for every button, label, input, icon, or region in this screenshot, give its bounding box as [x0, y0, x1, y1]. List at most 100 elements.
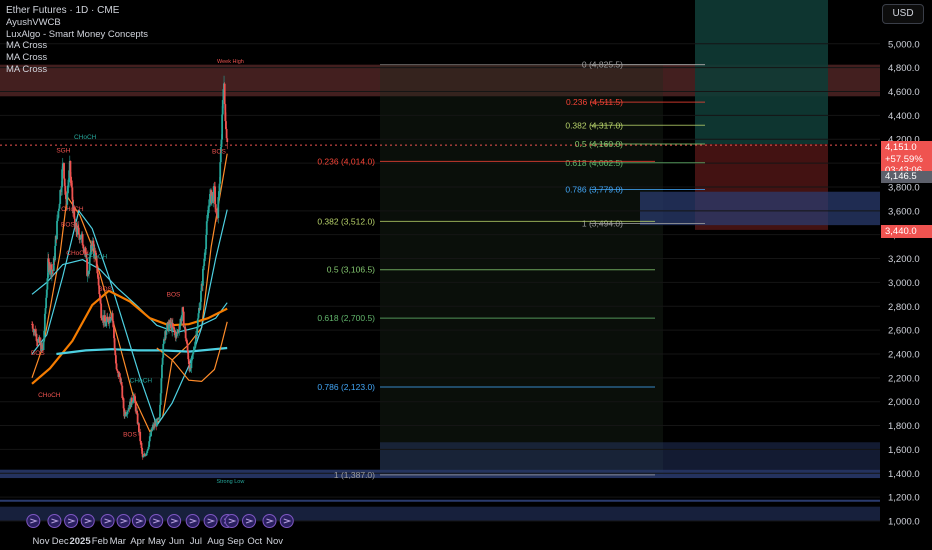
annotation-strong-low: Strong Low [217, 479, 245, 485]
y-axis-label: 2,200.0 [888, 373, 920, 384]
change-percent: +57.59% [885, 153, 923, 165]
y-axis-label: 2,800.0 [888, 302, 920, 313]
demand-zone-upper [640, 191, 880, 226]
annotation-choch: CHoCH [74, 134, 97, 141]
y-axis-label: 3,800.0 [888, 182, 920, 193]
candle-body [138, 423, 140, 433]
fib-level-label: 1 (1,387.0) [334, 470, 375, 480]
candle-body [159, 404, 161, 417]
last-price-value: 4,151.0 [885, 142, 917, 153]
annotation-bos: BOS [167, 292, 181, 299]
y-axis-label: 4,400.0 [888, 111, 920, 122]
chart-legend: Ether Futures · 1D · CME AyushVWCB LuxAl… [6, 5, 148, 76]
bottom-zone [0, 506, 880, 521]
candle-body [171, 323, 174, 327]
candle-body [196, 328, 199, 337]
fib-level-label: 0.382 (4,317.0) [565, 120, 623, 130]
price-chart[interactable]: 0 (4,825.5)0.236 (4,511.5)0.382 (4,317.0… [0, 0, 932, 550]
candle-body [139, 431, 142, 442]
x-axis-label: Apr [130, 536, 145, 547]
annotation-week-high: Week High [217, 59, 244, 65]
fib-level-label: 0.5 (3,106.5) [327, 265, 375, 275]
x-axis-label: Oct [247, 536, 262, 547]
x-axis-label: 2025 [69, 536, 91, 547]
candle-body [202, 268, 204, 286]
y-axis-label: 3,200.0 [888, 254, 920, 265]
fib-level-label: 0.382 (3,512.0) [317, 216, 375, 226]
indicator-smc[interactable]: LuxAlgo - Smart Money Concepts [6, 29, 148, 41]
indicator-ma-cross-2[interactable]: MA Cross [6, 52, 148, 64]
candle-body [218, 183, 221, 193]
symbol-title[interactable]: Ether Futures · 1D · CME [6, 5, 148, 17]
x-axis-label: Nov [33, 536, 50, 547]
y-axis-label: 2,000.0 [888, 397, 920, 408]
candle-body [115, 363, 118, 370]
candle-body [206, 215, 209, 222]
fib-level-label: 0.786 (3,779.0) [565, 184, 623, 194]
fib-level-label: 0.786 (2,123.0) [317, 382, 375, 392]
indicator-ma-cross-1[interactable]: MA Cross [6, 40, 148, 52]
y-axis-label: 1,400.0 [888, 469, 920, 480]
candle-body [205, 221, 208, 235]
candle-body [116, 370, 119, 372]
candle-body [196, 318, 199, 329]
indicator-ma-cross-3[interactable]: MA Cross [6, 64, 148, 76]
y-axis-label: 1,200.0 [888, 493, 920, 504]
candle-body [61, 169, 64, 188]
stop-level-tag: 3,440.0 [881, 225, 932, 238]
y-axis-label: 1,800.0 [888, 421, 920, 432]
y-axis-label: 3,600.0 [888, 206, 920, 217]
demand-zone-lower [380, 442, 880, 470]
candle-body [148, 436, 151, 442]
candle-body [58, 208, 60, 211]
annotation-choch: CHoCH [61, 206, 84, 213]
chart-stage[interactable]: 0 (4,825.5) 0.236 (4,511.5) 0.382 (4,317.0… [0, 0, 932, 550]
annotation-bos: BOS [31, 350, 45, 357]
annotation-choch: CHoCH [130, 378, 153, 385]
y-axis-label: 3,000.0 [888, 278, 920, 289]
strong-low-zone [0, 469, 880, 479]
candle-body [45, 297, 48, 309]
y-axis-label: 5,000.0 [888, 39, 920, 50]
x-axis-label: Aug [207, 536, 224, 547]
x-axis-label: Dec [52, 536, 69, 547]
candle-body [63, 163, 65, 179]
candle-body [182, 311, 185, 328]
y-axis-label: 4,600.0 [888, 87, 920, 98]
fib-level-label: 1 (3,494.0) [582, 218, 623, 228]
annotation-choch: CHoCH [38, 392, 61, 399]
x-axis-label: Nov [266, 536, 283, 547]
fib-level-label: 0.236 (4,511.5) [566, 97, 623, 107]
x-axis-label: Jun [169, 536, 184, 547]
y-axis-label: 2,400.0 [888, 349, 920, 360]
x-axis-label: May [148, 536, 166, 547]
candle-body [54, 245, 56, 261]
ma-long-cyan [56, 346, 228, 356]
x-axis-label: Mar [110, 536, 126, 547]
ma-value-tag: 4,146.5 [881, 171, 932, 183]
x-axis-label: Jul [190, 536, 202, 547]
y-axis-label: 1,000.0 [888, 517, 920, 528]
candle-body [226, 138, 229, 142]
y-axis-label: 2,600.0 [888, 326, 920, 337]
long-position-target [695, 0, 828, 145]
candle-body [200, 290, 202, 302]
candle-body [214, 204, 217, 209]
indicator-vwcb[interactable]: AyushVWCB [6, 17, 148, 29]
annotation-sgh: SGH [56, 147, 70, 154]
x-axis-label: Sep [227, 536, 244, 547]
annotation-bos: BOS [123, 431, 137, 438]
candle-body [219, 162, 222, 184]
candle-body [56, 220, 58, 240]
fib-level-label: 0.618 (2,700.5) [317, 313, 375, 323]
annotation-bos: BOS [61, 221, 75, 228]
annotation-bos: BOS [98, 286, 112, 293]
y-axis-label: 4,800.0 [888, 63, 920, 74]
fib-level-label: 0.5 (4,160.0) [575, 139, 623, 149]
candle-body [162, 343, 165, 358]
x-axis-label: Feb [92, 536, 108, 547]
candle-body [223, 83, 226, 105]
annotation-choch: CHoCH [85, 254, 108, 261]
annotation-bos: BOS [212, 149, 226, 156]
currency-button[interactable]: USD [882, 4, 924, 24]
